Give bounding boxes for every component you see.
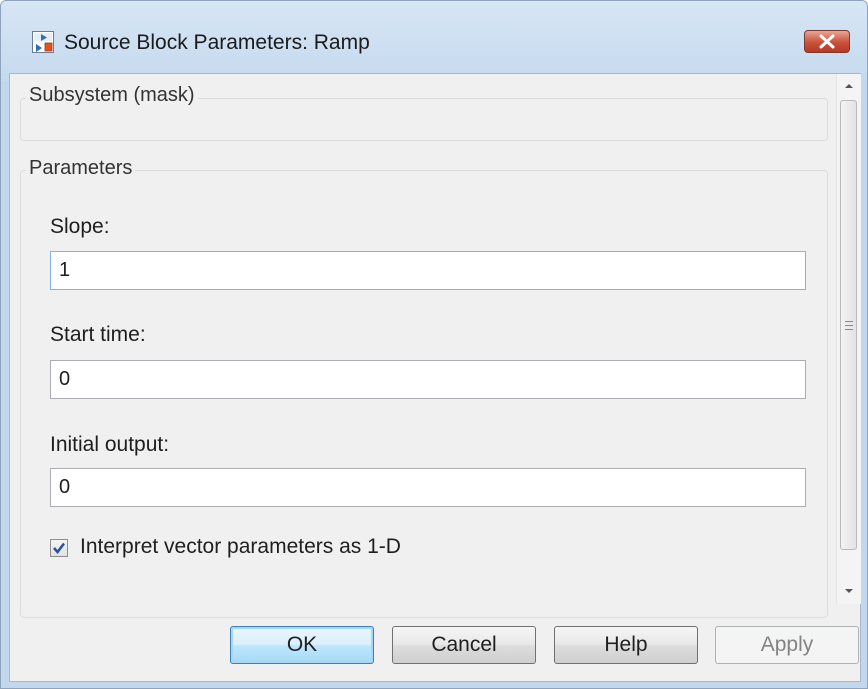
start-time-input[interactable] — [50, 360, 806, 399]
slope-label: Slope: — [50, 215, 110, 238]
checkmark-icon — [53, 542, 65, 554]
interpret-vector-checkbox[interactable] — [50, 539, 68, 557]
parameters-legend: Parameters — [26, 157, 136, 180]
help-button[interactable]: Help — [554, 626, 698, 664]
chevron-up-icon — [845, 84, 853, 88]
grip-line — [845, 325, 853, 326]
subsystem-mask-legend: Subsystem (mask) — [26, 84, 198, 107]
initial-output-label: Initial output: — [50, 433, 170, 456]
title-bar[interactable]: Source Block Parameters: Ramp — [1, 1, 867, 81]
close-button[interactable] — [804, 30, 850, 53]
ok-button[interactable]: OK — [230, 626, 374, 664]
scroll-up-button[interactable] — [837, 74, 861, 98]
chevron-down-icon — [845, 589, 853, 593]
scroll-thumb[interactable] — [840, 100, 857, 550]
interpret-vector-label[interactable]: Interpret vector parameters as 1-D — [80, 535, 401, 559]
simulink-app-icon — [32, 31, 54, 53]
cancel-button[interactable]: Cancel — [392, 626, 536, 664]
grip-line — [845, 321, 853, 322]
scroll-down-button[interactable] — [837, 579, 861, 603]
grip-line — [845, 329, 853, 330]
dialog-window: Source Block Parameters: Ramp Subsystem … — [0, 0, 868, 689]
window-title: Source Block Parameters: Ramp — [64, 31, 370, 54]
close-icon — [819, 34, 835, 49]
initial-output-input[interactable] — [50, 468, 806, 507]
dialog-content: Subsystem (mask) Parameters Slope: Start… — [9, 73, 861, 682]
slope-input[interactable] — [50, 251, 806, 290]
apply-button: Apply — [715, 626, 859, 664]
vertical-scrollbar[interactable] — [836, 74, 861, 604]
start-time-label: Start time: — [50, 323, 146, 346]
